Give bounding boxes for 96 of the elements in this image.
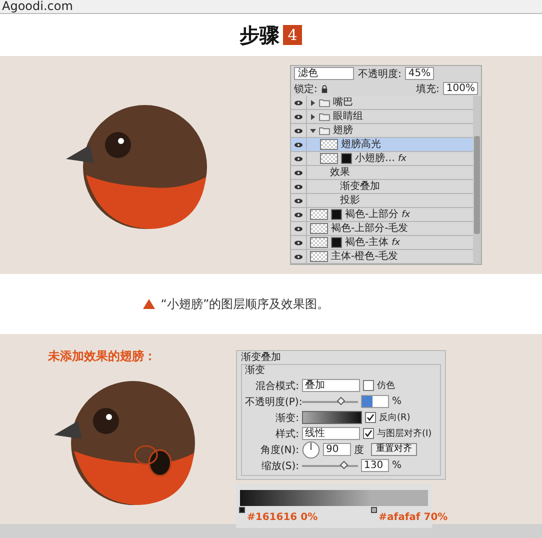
disclosure-triangle-icon[interactable] [310,100,316,106]
layer-name: 嘴巴 [333,96,353,108]
eye-icon[interactable] [294,198,303,204]
fill-field[interactable]: 100% [443,82,478,95]
checkbox-label: 与图层对齐(I) [377,428,432,440]
lock-icon[interactable] [321,84,328,92]
color-stop[interactable] [370,507,377,513]
effects-badge[interactable]: fx [392,238,400,248]
opacity-field[interactable] [361,395,389,408]
layer-row[interactable]: 褐色-上部分-毛发 [291,222,473,236]
effect-name: 渐变叠加 [340,180,380,192]
slider-thumb[interactable] [336,396,346,405]
field-label: 样式: [274,428,299,440]
layer-row[interactable]: 效果 [291,166,473,180]
disclosure-triangle-icon[interactable] [310,114,316,120]
checkbox-label: 反向(R) [379,412,410,424]
triangle-icon [142,299,155,309]
unit-label: % [392,396,402,407]
opacity-label: 不透明度: [358,68,402,80]
effect-name: 效果 [330,166,350,178]
layer-thumbnail [310,223,328,234]
field-label: 混合模式: [254,380,299,392]
layer-thumbnail [320,153,338,164]
layer-name: 眼睛组 [333,110,363,122]
layer-row[interactable]: 褐色-主体 fx [291,236,473,250]
layer-row[interactable]: 眼睛组 [291,110,473,124]
checkbox-label: 仿色 [377,380,395,392]
eye-icon[interactable] [294,156,303,162]
checkbox[interactable] [365,412,376,423]
eye-icon[interactable] [294,142,303,148]
field-label: 渐变: [274,412,299,424]
eye-icon[interactable] [294,114,303,120]
effects-badge[interactable]: fx [402,210,410,220]
layer-thumbnail [310,237,328,248]
eye-icon[interactable] [294,254,303,260]
layer-row[interactable]: 嘴巴 [291,96,473,110]
folder-icon [319,112,330,120]
opacity-field[interactable]: 45% [405,67,434,80]
layer-name: 褐色-上部分-毛发 [331,222,408,234]
step-title: 步骤 [240,22,280,48]
angle-dial-icon[interactable] [302,440,320,458]
slider-thumb[interactable] [340,460,348,469]
eye-icon[interactable] [294,226,303,232]
field-label: 角度(N): [259,444,299,456]
unit-label: 度 [354,444,364,456]
reset-align-button[interactable]: 重置对齐 [371,443,417,456]
scrollbar[interactable] [474,136,480,234]
caption: “小翅膀”的图层顺序及效果图。 [160,296,330,312]
layer-row[interactable]: 小翅膀… fx [291,152,473,166]
group-title: 渐变 [245,365,266,377]
stop-label: #afafaf 70% [378,512,448,523]
layer-row[interactable]: 褐色-上部分 fx [291,208,473,222]
effect-name: 投影 [340,194,360,206]
layer-row[interactable]: 主体-橙色-毛发 [291,250,473,264]
checkbox[interactable] [363,380,374,391]
eye-icon[interactable] [294,100,303,106]
lock-label: 锁定: [294,82,318,96]
layer-name: 褐色-上部分 [345,208,399,220]
eye-icon[interactable] [294,170,303,176]
section-label: 未添加效果的翅膀： [48,348,157,365]
gradient-swatch[interactable] [302,411,362,424]
layer-row[interactable]: 翅膀高光 [291,138,473,152]
site-name: Agoodi.com [1,0,74,12]
eye-icon[interactable] [294,240,303,246]
effects-badge[interactable]: fx [398,154,406,164]
layer-name: 翅膀 [333,124,353,136]
style-dropdown[interactable]: 线性 [302,427,360,440]
layer-thumbnail [320,139,338,150]
fill-label: 填充: [416,82,440,96]
blend-mode-dropdown[interactable]: 叠加 [302,379,360,392]
layer-row[interactable]: 渐变叠加 [291,180,473,194]
dialog-title: 渐变叠加 [241,352,282,364]
eye-icon[interactable] [294,212,303,218]
checkbox[interactable] [363,428,374,439]
layer-row[interactable]: 投影 [291,194,473,208]
eye-icon[interactable] [294,128,303,134]
scale-field[interactable]: 130 [361,459,389,472]
stop-label: #161616 0% [246,512,318,523]
field-label: 不透明度(P): [245,396,299,408]
layer-name: 主体-橙色-毛发 [331,250,398,262]
blend-mode-dropdown[interactable]: 滤色 [294,67,354,80]
layer-thumbnail [310,251,328,262]
folder-icon [319,98,330,106]
angle-field[interactable]: 90 [323,443,351,456]
folder-icon [319,126,330,134]
eye-icon[interactable] [294,184,303,190]
layer-row[interactable]: 翅膀 [291,124,473,138]
layer-thumbnail [310,209,328,220]
disclosure-triangle-icon[interactable] [310,128,316,134]
step-number: 4 [282,25,302,45]
layer-name: 小翅膀… [355,152,395,164]
layer-name: 翅膀高光 [341,138,381,150]
color-stop[interactable] [239,507,245,513]
layer-name: 褐色-主体 [345,236,389,248]
unit-label: % [392,460,402,471]
field-label: 缩放(S): [260,460,299,472]
